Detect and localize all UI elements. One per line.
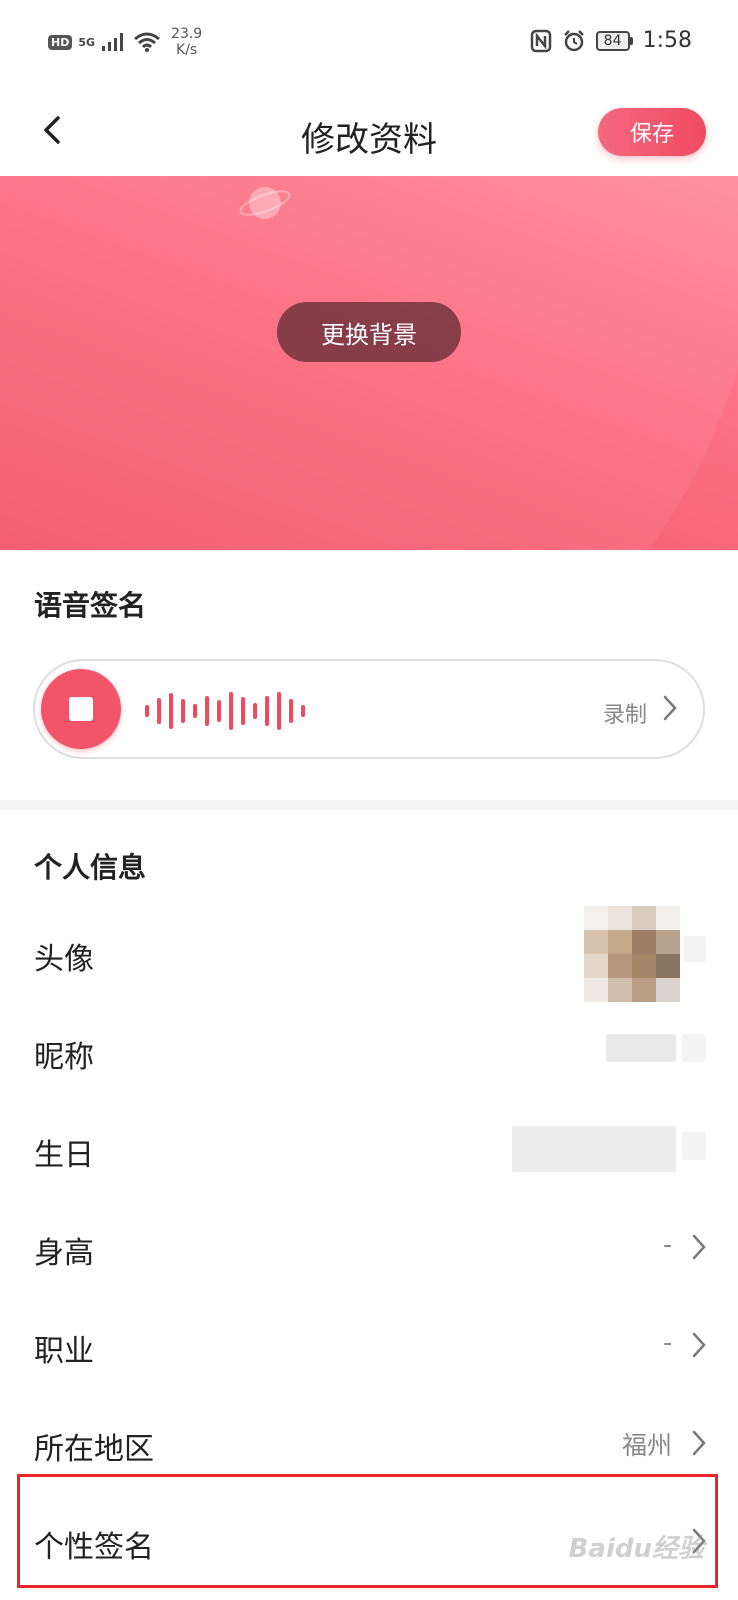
waveform-icon <box>145 691 305 731</box>
row-label: 职业 <box>34 1334 94 1369</box>
change-background-button[interactable]: 更换背景 <box>277 302 461 362</box>
blurred-birthday <box>512 1126 676 1172</box>
record-label: 录制 <box>602 703 647 728</box>
planet-icon <box>239 187 291 219</box>
chevron-right-icon <box>663 695 677 721</box>
row-label: 昵称 <box>34 1040 94 1075</box>
battery-level: 84 <box>595 30 630 51</box>
row-label: 生日 <box>34 1138 94 1173</box>
blurred-nickname <box>606 1034 676 1062</box>
save-button[interactable]: 保存 <box>598 108 706 156</box>
blurred-chevron <box>682 1034 706 1062</box>
row-value: - <box>662 1230 672 1259</box>
avatar[interactable] <box>584 906 680 1002</box>
status-right: 84 1:58 <box>530 28 692 53</box>
alarm-icon <box>563 29 584 51</box>
nfc-icon <box>530 29 551 52</box>
network-speed-unit: K/s <box>176 42 198 58</box>
row-label: 头像 <box>34 942 94 977</box>
blurred-chevron <box>682 1132 706 1160</box>
chevron-right-icon <box>692 1234 706 1260</box>
row-label: 所在地区 <box>34 1432 154 1467</box>
row-birthday[interactable]: 生日 <box>0 1102 738 1200</box>
chevron-right-icon <box>692 1430 706 1456</box>
banner-decoration <box>0 176 738 550</box>
status-left: HD 5G 23.9 K/s <box>48 26 202 58</box>
status-bar: HD 5G 23.9 K/s 84 1:58 <box>0 0 738 86</box>
row-value: 福州 <box>621 1431 672 1460</box>
section-divider <box>0 800 738 810</box>
network-speed-value: 23.9 <box>171 26 203 42</box>
watermark: Baidu经验 <box>568 1534 704 1564</box>
voice-signature-section: 语音签名 录制 <box>0 550 738 800</box>
profile-background-banner: 更换背景 <box>0 176 738 550</box>
personal-info-title: 个人信息 <box>34 851 147 884</box>
row-value: - <box>662 1328 672 1357</box>
row-height[interactable]: 身高 - <box>0 1200 738 1298</box>
voice-signature-player[interactable]: 录制 <box>33 659 705 759</box>
hd-indicator: HD <box>48 34 73 50</box>
record-stop-button[interactable] <box>41 669 121 749</box>
battery-icon: 84 <box>595 30 633 51</box>
blurred-chevron <box>684 936 706 962</box>
network-speed: 23.9 K/s <box>171 26 202 58</box>
clock: 1:58 <box>642 28 692 53</box>
row-nickname[interactable]: 昵称 <box>0 1004 738 1102</box>
wifi-icon <box>134 32 160 52</box>
stop-icon <box>69 697 93 721</box>
chevron-right-icon <box>692 1332 706 1358</box>
row-occupation[interactable]: 职业 - <box>0 1298 738 1396</box>
signal-icon <box>102 33 124 51</box>
voice-signature-title: 语音签名 <box>34 589 147 622</box>
network-type: 5G <box>78 35 96 49</box>
row-label: 身高 <box>34 1236 94 1271</box>
nav-header: 修改资料 保存 <box>0 90 738 176</box>
